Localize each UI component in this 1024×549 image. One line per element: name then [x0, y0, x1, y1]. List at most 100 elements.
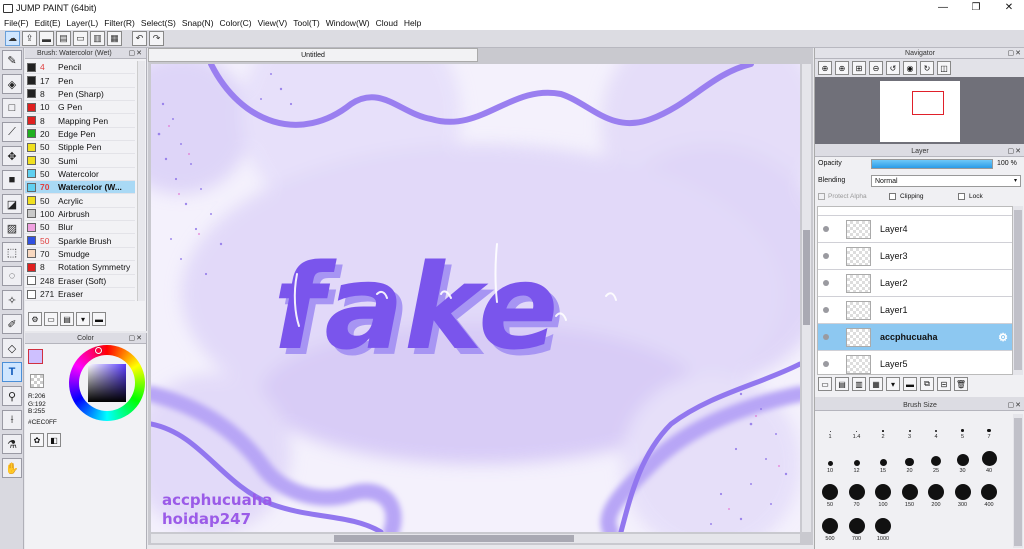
brush-item[interactable]: 4 Pencil [25, 61, 135, 75]
gradient-tool-icon[interactable]: ▨ [2, 218, 22, 238]
lock-option[interactable]: Lock [958, 193, 983, 200]
layer-row[interactable]: Layer3 [818, 243, 1012, 270]
brush-size-option[interactable]: 150 [897, 482, 923, 508]
brush-item[interactable]: 50 Watercolor [25, 168, 135, 182]
visibility-icon[interactable] [823, 253, 829, 259]
brush-list-scrollbar[interactable] [137, 61, 145, 301]
brush-size-option[interactable]: 100 [870, 482, 896, 508]
brush-size-option[interactable]: 200 [923, 482, 949, 508]
layer-row[interactable]: Layer1 [818, 297, 1012, 324]
brush-item[interactable]: 17 Pen [25, 74, 135, 88]
cloud-icon[interactable]: ☁ [5, 31, 20, 46]
select-rect-tool-icon[interactable]: ⬚ [2, 242, 22, 262]
menu-edit[interactable]: Edit(E) [35, 18, 61, 28]
bubble-tool-icon[interactable]: ⚲ [2, 386, 22, 406]
brush-settings-icon[interactable]: ⚙ [28, 312, 42, 326]
brush-item[interactable]: 8 Rotation Symmetry [25, 261, 135, 275]
brush-size-option[interactable]: 3 [897, 414, 923, 440]
flip-icon[interactable]: ◫ [937, 61, 951, 75]
merge-layer-icon[interactable]: ⊟ [937, 377, 951, 391]
select-pen-tool-icon[interactable]: ✐ [2, 314, 22, 334]
copy-brush-icon[interactable]: ▤ [60, 312, 74, 326]
opacity-slider[interactable] [871, 159, 993, 169]
magic-wand-tool-icon[interactable]: ✧ [2, 290, 22, 310]
brush-size-option[interactable]: 2 [870, 414, 896, 440]
brush-size-controls-icon[interactable]: ▢✕ [1008, 400, 1022, 411]
layer-folder-icon[interactable]: ▬ [903, 377, 917, 391]
brush-item[interactable]: 8 Mapping Pen [25, 114, 135, 128]
brush-size-option[interactable]: 20 [897, 448, 923, 474]
brush-size-option[interactable]: 1 [817, 414, 843, 440]
layer-menu-icon[interactable]: ▾ [886, 377, 900, 391]
visibility-icon[interactable] [823, 334, 829, 340]
clipping-checkbox[interactable] [889, 193, 896, 200]
layer-row[interactable]: accphucuaha ⚙ [818, 324, 1012, 351]
layer-settings-icon[interactable]: ⚙ [998, 331, 1008, 344]
zoom-out-icon[interactable]: ⊖ [869, 61, 883, 75]
saturation-value-square[interactable] [88, 364, 126, 402]
new-8bit-layer-icon[interactable]: ▥ [852, 377, 866, 391]
brush-item[interactable]: 8 Pen (Sharp) [25, 88, 135, 102]
visibility-icon[interactable] [823, 307, 829, 313]
rotate-reset-icon[interactable]: ◉ [903, 61, 917, 75]
hue-picker-handle[interactable] [95, 347, 102, 354]
zoom-actual-icon[interactable]: ⊞ [852, 61, 866, 75]
brush-size-scrollbar[interactable] [1013, 414, 1023, 548]
brush-size-option[interactable]: 1000 [870, 516, 896, 542]
document-tab[interactable]: Untitled [148, 48, 478, 62]
brush-size-option[interactable]: 70 [844, 482, 870, 508]
brush-item[interactable]: 30 Sumi [25, 154, 135, 168]
color-panel-controls-icon[interactable]: ▢✕ [129, 333, 143, 344]
redo-icon[interactable]: ↷ [149, 31, 164, 46]
brush-size-option[interactable]: 40 [976, 448, 1002, 474]
brush-item[interactable]: 70 Watercolor (W... [25, 181, 135, 195]
brush-size-option[interactable]: 25 [923, 448, 949, 474]
layer-panel-controls-icon[interactable]: ▢✕ [1008, 146, 1022, 157]
layout-icon[interactable]: ▦ [107, 31, 122, 46]
canvas-horizontal-scrollbar[interactable] [151, 534, 800, 543]
navigator-controls-icon[interactable]: ▢✕ [1008, 48, 1022, 59]
rotate-left-icon[interactable]: ↺ [886, 61, 900, 75]
palette-icon[interactable]: ✿ [30, 433, 44, 447]
blending-select[interactable]: Normal ▾ [871, 175, 1021, 187]
brush-size-option[interactable]: 50 [817, 482, 843, 508]
pages-icon[interactable]: ▥ [90, 31, 105, 46]
line-tool-icon[interactable]: ⟋ [2, 122, 22, 142]
brush-item[interactable]: 50 Sparkle Brush [25, 234, 135, 248]
new-1bit-layer-icon[interactable]: ▦ [869, 377, 883, 391]
brush-tool-icon[interactable]: ✎ [2, 50, 22, 70]
navigator-thumbnail[interactable] [880, 81, 960, 142]
menu-layer[interactable]: Layer(L) [67, 18, 99, 28]
new-halftone-layer-icon[interactable]: ▤ [835, 377, 849, 391]
document-icon[interactable]: ▤ [56, 31, 71, 46]
visibility-icon[interactable] [823, 226, 829, 232]
brush-item[interactable]: 70 Smudge [25, 248, 135, 262]
brush-size-option[interactable]: 500 [817, 516, 843, 542]
new-layer-icon[interactable]: ▭ [818, 377, 832, 391]
panel-controls-icon[interactable]: ▢✕ [129, 48, 143, 59]
lasso-tool-icon[interactable]: ◌ [2, 266, 22, 286]
menu-help[interactable]: Help [404, 18, 421, 28]
visibility-icon[interactable] [823, 280, 829, 286]
rectangle-tool-icon[interactable]: □ [2, 98, 22, 118]
divide-tool-icon[interactable]: ⟊ [2, 410, 22, 430]
menu-color[interactable]: Color(C) [220, 18, 252, 28]
brush-size-option[interactable]: 400 [976, 482, 1002, 508]
layer-row[interactable]: Layer2 [818, 270, 1012, 297]
brush-size-option[interactable]: 30 [950, 448, 976, 474]
brush-item[interactable]: 10 G Pen [25, 101, 135, 115]
comment-icon[interactable]: ▬ [39, 31, 54, 46]
zoom-fit-icon[interactable]: ⊕ [818, 61, 832, 75]
brush-item[interactable]: 50 Acrylic [25, 194, 135, 208]
brush-size-option[interactable]: 1.4 [844, 414, 870, 440]
menu-select[interactable]: Select(S) [141, 18, 176, 28]
delete-layer-icon[interactable]: 🗑 [954, 377, 968, 391]
layer-row[interactable]: Layer5 [818, 351, 1012, 374]
lock-checkbox[interactable] [958, 193, 965, 200]
menu-snap[interactable]: Snap(N) [182, 18, 214, 28]
text-tool-icon[interactable]: T [2, 362, 22, 382]
eraser-tool-icon[interactable]: ◈ [2, 74, 22, 94]
hand-tool-icon[interactable]: ✋ [2, 458, 22, 478]
brush-size-option[interactable]: 7 [976, 414, 1002, 440]
brush-size-option[interactable]: 15 [870, 448, 896, 474]
